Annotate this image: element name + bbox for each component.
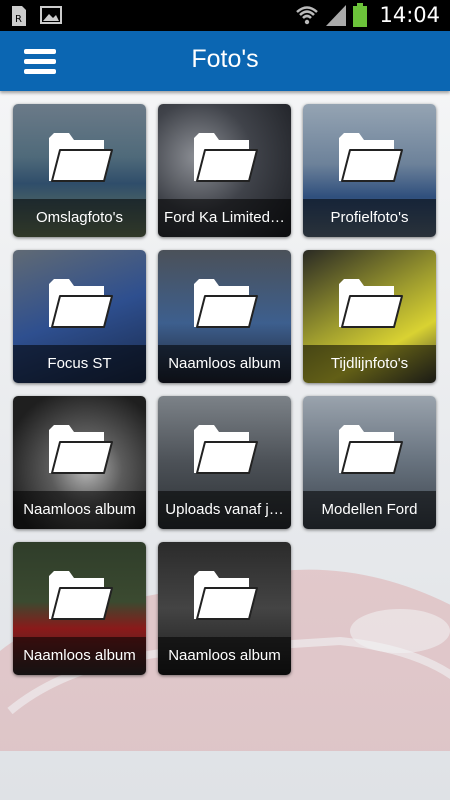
signal-icon [326, 5, 347, 26]
album-tile[interactable]: Naamloos album [158, 542, 291, 675]
image-icon [40, 6, 62, 24]
album-label: Tijdlijnfoto's [303, 345, 436, 383]
app-bar: Foto's [0, 31, 450, 91]
folder-icon [49, 571, 113, 620]
folder-icon [49, 279, 113, 328]
album-tile[interactable]: Uploads vanaf j… [158, 396, 291, 529]
album-tile[interactable]: Modellen Ford [303, 396, 436, 529]
album-tile[interactable]: Tijdlijnfoto's [303, 250, 436, 383]
wifi-icon [296, 6, 319, 25]
svg-text:R: R [15, 14, 22, 25]
album-list[interactable]: Omslagfoto's Ford Ka Limited… Profielfoto'… [0, 91, 450, 800]
album-tile[interactable]: Profielfoto's [303, 104, 436, 237]
album-tile[interactable]: Naamloos album [13, 542, 146, 675]
folder-icon [339, 425, 403, 474]
folder-icon [194, 133, 258, 182]
album-label: Naamloos album [158, 345, 291, 383]
album-label: Focus ST [13, 345, 146, 383]
status-time: 14:04 [379, 3, 440, 27]
page-title: Foto's [191, 45, 259, 73]
folder-icon [194, 279, 258, 328]
album-tile[interactable]: Omslagfoto's [13, 104, 146, 237]
folder-icon [194, 571, 258, 620]
album-label: Modellen Ford [303, 491, 436, 529]
album-tile[interactable]: Naamloos album [158, 250, 291, 383]
status-bar: R 14:04 [0, 0, 450, 31]
album-tile[interactable]: Ford Ka Limited… [158, 104, 291, 237]
folder-icon [339, 279, 403, 328]
album-tile[interactable]: Focus ST [13, 250, 146, 383]
album-grid: Omslagfoto's Ford Ka Limited… Profielfoto'… [13, 104, 437, 675]
album-label: Naamloos album [13, 491, 146, 529]
album-label: Omslagfoto's [13, 199, 146, 237]
album-label: Uploads vanaf j… [158, 491, 291, 529]
album-label: Profielfoto's [303, 199, 436, 237]
folder-icon [49, 133, 113, 182]
folder-icon [339, 133, 403, 182]
album-label: Ford Ka Limited… [158, 199, 291, 237]
album-tile[interactable]: Naamloos album [13, 396, 146, 529]
album-label: Naamloos album [158, 637, 291, 675]
folder-icon [194, 425, 258, 474]
battery-icon [353, 3, 368, 27]
sim-icon: R [12, 6, 26, 26]
album-label: Naamloos album [13, 637, 146, 675]
folder-icon [49, 425, 113, 474]
